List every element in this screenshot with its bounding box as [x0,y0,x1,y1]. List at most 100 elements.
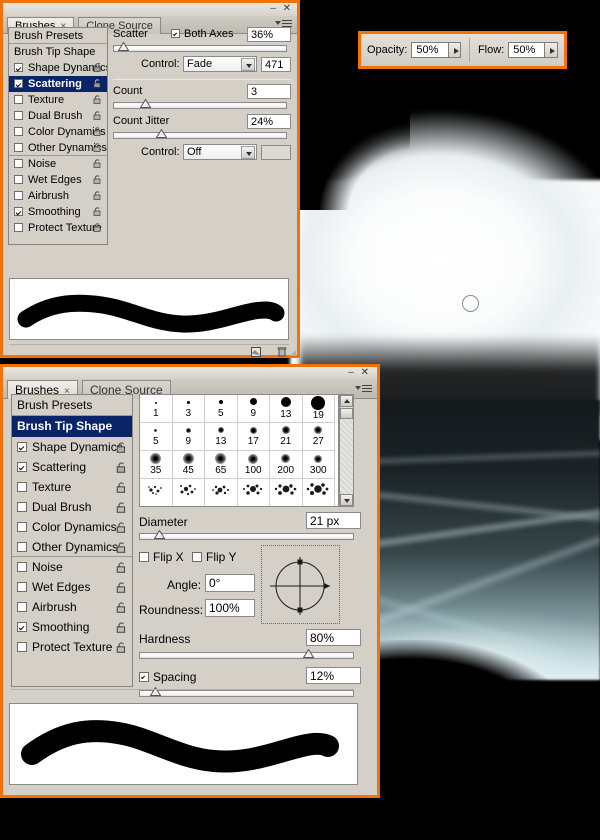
checkbox-noise[interactable] [17,562,27,572]
checkbox-flip-y[interactable] [192,552,202,562]
option-protect-texture[interactable]: Protect Texture [12,637,132,657]
lock-icon[interactable] [116,462,127,473]
tip-cell[interactable]: 13 [270,395,303,423]
brushes-panel-brush-tip[interactable]: – ✕ Brushes× Clone Source Brush Presets … [3,367,377,795]
tip-cell[interactable]: 65 [205,451,238,479]
checkbox-noise[interactable] [14,159,23,168]
panel-title-bar[interactable]: – ✕ [3,367,377,379]
checkbox-scattering[interactable] [14,79,23,88]
diameter-slider-thumb[interactable] [154,530,165,539]
angle-roundness-diagram-icon[interactable] [262,546,339,623]
tip-cell[interactable]: 100 [238,451,271,479]
trash-icon[interactable] [276,346,288,358]
hardness-input[interactable]: 80% [306,629,361,646]
tip-cell[interactable]: 21 [270,423,303,451]
option-airbrush[interactable]: Airbrush [12,597,132,617]
checkbox-shape-dynamics[interactable] [14,63,23,72]
count-jitter-slider-thumb[interactable] [156,129,167,138]
panel-menu-icon[interactable] [359,383,373,395]
tip-cell[interactable] [270,479,303,507]
lock-icon[interactable] [93,207,102,216]
hardness-slider[interactable] [139,652,354,659]
checkbox-airbrush[interactable] [14,191,23,200]
lock-icon[interactable] [93,143,102,152]
tip-cell[interactable]: 9 [238,395,271,423]
checkbox-texture[interactable] [14,95,23,104]
lock-icon[interactable] [93,175,102,184]
scroll-up-arrow-icon[interactable] [340,395,353,407]
option-texture[interactable]: Texture [9,92,107,108]
angle-input[interactable]: 0° [205,574,255,592]
option-shape-dynamics[interactable]: Shape Dynamics [12,437,132,457]
flip-y-wrap[interactable]: Flip Y [192,550,236,564]
tip-cell[interactable]: 27 [303,423,336,451]
option-color-dynamics[interactable]: Color Dynamics [9,124,107,140]
scroll-down-arrow-icon[interactable] [340,494,353,506]
spacing-input[interactable]: 12% [306,667,361,684]
option-texture[interactable]: Texture [12,477,132,497]
diameter-input[interactable]: 21 px [306,512,361,529]
brushes-panel-scattering[interactable]: – ✕ Brushes× Clone Source Brush Presets … [3,3,297,355]
scatter-slider-thumb[interactable] [118,42,129,51]
lock-icon[interactable] [93,127,102,136]
tip-cell[interactable] [205,479,238,507]
lock-icon[interactable] [116,502,127,513]
jitter-control-select[interactable]: Off [183,144,257,160]
checkbox-both-axes[interactable] [171,29,180,38]
checkbox-wet-edges[interactable] [17,582,27,592]
lock-icon[interactable] [116,482,127,493]
checkbox-smoothing[interactable] [14,207,23,216]
checkbox-other-dynamics[interactable] [14,143,23,152]
checkbox-wet-edges[interactable] [14,175,23,184]
count-slider[interactable] [113,102,287,109]
option-wet-edges[interactable]: Wet Edges [12,577,132,597]
lock-icon[interactable] [116,542,127,553]
tip-cell[interactable]: 17 [238,423,271,451]
opacity-dropdown-arrow-icon[interactable] [449,42,462,58]
lock-icon[interactable] [93,63,102,72]
checkbox-color-dynamics[interactable] [17,522,27,532]
lock-icon[interactable] [93,159,102,168]
tip-cell[interactable]: 9 [173,423,206,451]
brush-options-list[interactable]: Brush Presets Brush Tip Shape Shape Dyna… [8,27,108,245]
scrollbar-thumb[interactable] [340,408,353,419]
checkbox-protect-texture[interactable] [14,223,23,232]
count-jitter-value-input[interactable]: 24% [247,114,291,129]
option-brush-presets[interactable]: Brush Presets [9,28,107,44]
lock-icon[interactable] [116,522,127,533]
roundness-input[interactable]: 100% [205,599,255,617]
scatter-control-select[interactable]: Fade [183,56,257,72]
tip-cell[interactable]: 200 [270,451,303,479]
panel-title-bar[interactable]: – ✕ [3,3,297,16]
checkbox-protect-texture[interactable] [17,642,27,652]
lock-icon[interactable] [93,95,102,104]
option-noise[interactable]: Noise [9,156,107,172]
lock-icon[interactable] [116,602,127,613]
minimize-icon[interactable]: – [270,3,278,14]
close-icon[interactable]: ✕ [283,3,293,14]
option-scattering[interactable]: Scattering [12,457,132,477]
tip-cell[interactable]: 5 [205,395,238,423]
hardness-slider-thumb[interactable] [303,649,314,658]
checkbox-color-dynamics[interactable] [14,127,23,136]
checkbox-airbrush[interactable] [17,602,27,612]
tip-cell[interactable] [173,479,206,507]
tip-cell[interactable] [303,479,336,507]
count-slider-thumb[interactable] [140,99,151,108]
option-wet-edges[interactable]: Wet Edges [9,172,107,188]
lock-icon[interactable] [93,111,102,120]
option-airbrush[interactable]: Airbrush [9,188,107,204]
checkbox-spacing[interactable] [139,672,149,682]
lock-icon[interactable] [116,582,127,593]
tip-cell[interactable]: 13 [205,423,238,451]
option-dual-brush[interactable]: Dual Brush [12,497,132,517]
close-icon[interactable]: ✕ [361,367,371,378]
count-value-input[interactable]: 3 [247,84,291,99]
option-protect-texture[interactable]: Protect Texture [9,220,107,236]
diameter-slider[interactable] [139,533,354,540]
option-shape-dynamics[interactable]: Shape Dynamics [9,60,107,76]
resize-grip-icon[interactable] [289,348,301,360]
tip-cell[interactable]: 45 [173,451,206,479]
checkbox-other-dynamics[interactable] [17,542,27,552]
checkbox-shape-dynamics[interactable] [17,442,27,452]
